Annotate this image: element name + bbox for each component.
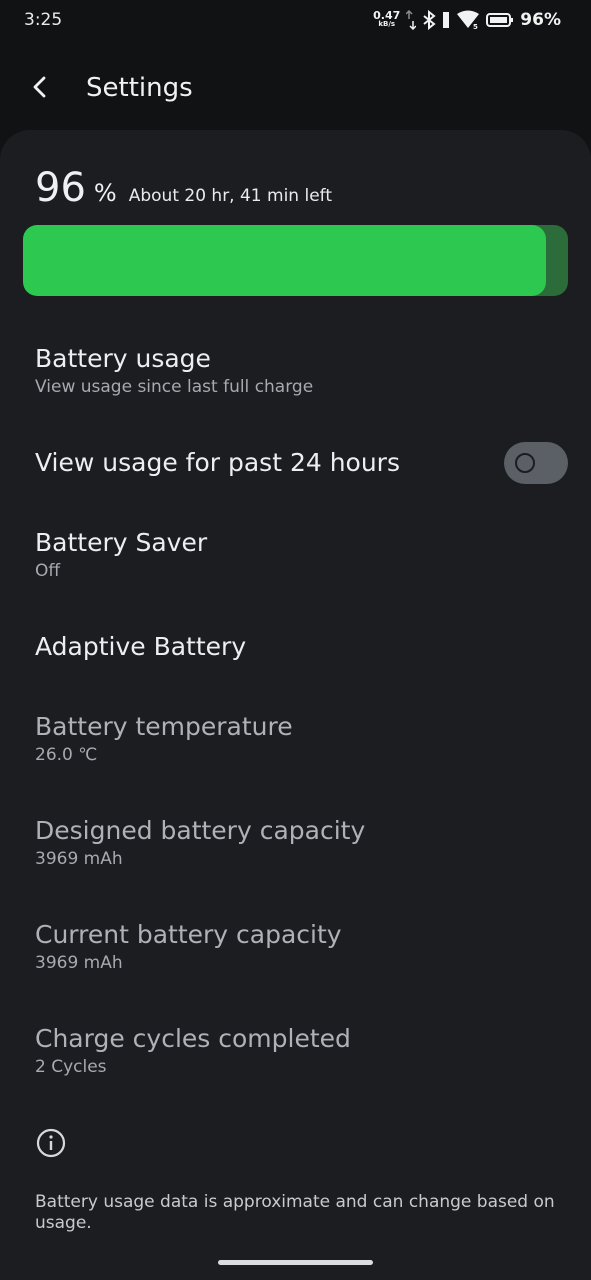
battery-temperature-title: Battery temperature <box>35 712 293 741</box>
battery-icon <box>486 12 514 28</box>
battery-temperature-item: Battery temperature 26.0 ℃ <box>35 712 293 765</box>
chevron-left-icon <box>33 76 46 98</box>
charge-cycles-item: Charge cycles completed 2 Cycles <box>35 1024 351 1077</box>
signal-icon <box>442 10 450 30</box>
battery-saver-subtitle: Off <box>35 561 61 581</box>
past-24-hours-title: View usage for past 24 hours <box>35 448 400 477</box>
wifi-icon: 5 <box>456 10 480 30</box>
battery-saver-title: Battery Saver <box>35 528 208 557</box>
network-speed-unit: kB/s <box>378 20 396 28</box>
battery-percent-symbol: % <box>93 179 117 207</box>
battery-level-bar <box>23 225 568 296</box>
gesture-nav-handle[interactable] <box>218 1260 373 1265</box>
svg-text:5: 5 <box>473 23 478 30</box>
battery-time-left: About 20 hr, 41 min left <box>128 186 333 206</box>
current-capacity-item: Current battery capacity 3969 mAh <box>35 920 342 973</box>
designed-capacity-item: Designed battery capacity 3969 mAh <box>35 816 365 869</box>
battery-temperature-value: 26.0 ℃ <box>35 745 98 765</box>
past-24-hours-item[interactable]: View usage for past 24 hours <box>35 448 400 477</box>
adaptive-battery-title: Adaptive Battery <box>35 632 247 661</box>
footer-note: Battery usage data is approximate and ca… <box>35 1192 555 1233</box>
back-button[interactable] <box>26 72 56 102</box>
info-icon <box>36 1128 66 1158</box>
network-speed: 0.47 kB/s <box>373 9 401 29</box>
network-speed-value: 0.47 <box>373 9 401 22</box>
adaptive-battery-item[interactable]: Adaptive Battery <box>35 632 246 661</box>
battery-usage-subtitle: View usage since last full charge <box>35 377 314 397</box>
charge-cycles-title: Charge cycles completed <box>35 1024 351 1053</box>
battery-saver-item[interactable]: Battery Saver Off <box>35 528 207 581</box>
battery-summary: 96 % About 20 hr, 41 min left <box>35 165 332 211</box>
battery-usage-title: Battery usage <box>35 344 211 373</box>
designed-capacity-value: 3969 mAh <box>35 849 123 869</box>
battery-level-fill <box>23 225 547 296</box>
app-bar: Settings <box>0 42 591 132</box>
status-time: 3:25 <box>24 10 63 30</box>
status-bar: 3:25 0.47 kB/s 5 96% <box>0 0 591 42</box>
network-speed-arrows-icon <box>406 10 417 30</box>
toggle-knob <box>515 453 535 473</box>
page-title: Settings <box>86 73 193 103</box>
current-capacity-title: Current battery capacity <box>35 920 342 949</box>
past-24-hours-toggle[interactable] <box>504 442 568 484</box>
designed-capacity-title: Designed battery capacity <box>35 816 366 845</box>
battery-usage-item[interactable]: Battery usage View usage since last full… <box>35 344 313 397</box>
charge-cycles-value: 2 Cycles <box>35 1057 107 1077</box>
status-icons: 0.47 kB/s 5 96% <box>373 8 561 32</box>
status-battery-percent: 96% <box>520 10 561 30</box>
bluetooth-icon <box>422 10 436 30</box>
current-capacity-value: 3969 mAh <box>35 953 123 973</box>
content-sheet <box>0 130 591 1280</box>
battery-percent: 96 <box>35 165 86 211</box>
